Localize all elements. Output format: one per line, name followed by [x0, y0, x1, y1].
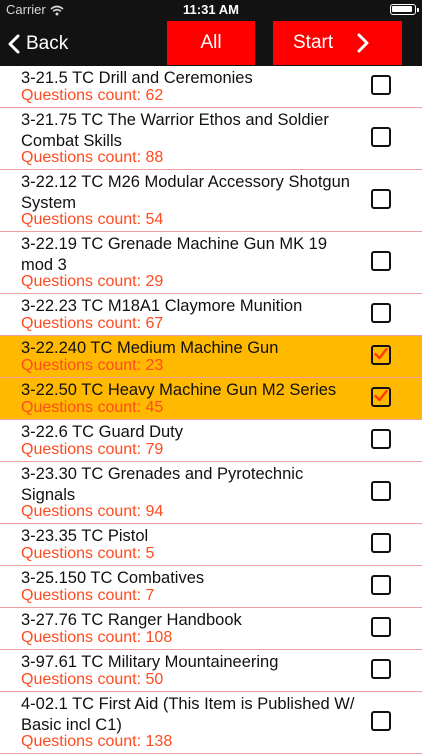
item-question-count: Questions count: 45 — [21, 399, 164, 416]
battery-icon — [390, 4, 419, 15]
list-item[interactable]: 3-22.50 TC Heavy Machine Gun M2 Series Qu… — [0, 378, 422, 420]
start-button[interactable]: Start — [273, 21, 402, 65]
item-checkbox[interactable] — [371, 575, 391, 595]
item-checkbox[interactable] — [371, 659, 391, 679]
list-item[interactable]: 3-21.75 TC The Warrior Ethos and Soldier… — [0, 108, 422, 170]
chevron-right-icon — [357, 33, 369, 53]
item-checkbox[interactable] — [371, 711, 391, 731]
item-question-count: Questions count: 54 — [21, 211, 164, 228]
list-item[interactable]: 3-97.61 TC Military Mountaineering Questi… — [0, 650, 422, 692]
item-question-count: Questions count: 62 — [21, 87, 164, 104]
list-item[interactable]: 3-22.19 TC Grenade Machine Gun MK 19 mod… — [0, 232, 422, 294]
item-question-count: Questions count: 79 — [21, 441, 164, 458]
item-question-count: Questions count: 88 — [21, 149, 164, 166]
list-item[interactable]: 3-27.76 TC Ranger Handbook Questions coun… — [0, 608, 422, 650]
item-question-count: Questions count: 29 — [21, 273, 164, 290]
item-question-count: Questions count: 94 — [21, 503, 164, 520]
item-title: 3-22.19 TC Grenade Machine Gun MK 19 mod… — [21, 235, 328, 274]
item-title: 3-21.75 TC The Warrior Ethos and Soldier… — [21, 111, 329, 150]
navigation-bar: Carrier 11:31 AM Back All Start — [0, 0, 422, 66]
list-item[interactable]: 3-22.23 TC M18A1 Claymore Munition Questi… — [0, 294, 422, 336]
chevron-left-icon — [8, 34, 20, 54]
list-item[interactable]: 3-23.30 TC Grenades and Pyrotechnic Sign… — [0, 462, 422, 524]
item-question-count: Questions count: 138 — [21, 733, 173, 750]
back-label: Back — [26, 33, 69, 54]
item-checkbox[interactable] — [371, 429, 391, 449]
item-checkbox[interactable] — [371, 387, 391, 407]
item-question-count: Questions count: 50 — [21, 671, 164, 688]
item-question-count: Questions count: 23 — [21, 357, 164, 374]
item-checkbox[interactable] — [371, 533, 391, 553]
back-button[interactable]: Back — [8, 22, 68, 66]
list-item[interactable]: 3-25.150 TC Combatives Questions count: 7 — [0, 566, 422, 608]
item-title: 3-23.30 TC Grenades and Pyrotechnic Sign… — [21, 465, 304, 504]
select-all-button[interactable]: All — [167, 21, 255, 65]
item-question-count: Questions count: 5 — [21, 545, 155, 562]
item-checkbox[interactable] — [371, 127, 391, 147]
list-item[interactable]: 4-02.1 TC First Aid (This Item is Publis… — [0, 692, 422, 754]
status-bar: Carrier 11:31 AM — [0, 0, 422, 20]
list-item[interactable]: 3-22.12 TC M26 Modular Accessory Shotgun… — [0, 170, 422, 232]
select-all-label: All — [200, 32, 222, 53]
item-checkbox[interactable] — [371, 345, 391, 365]
item-checkbox[interactable] — [371, 251, 391, 271]
item-question-count: Questions count: 67 — [21, 315, 164, 332]
item-checkbox[interactable] — [371, 303, 391, 323]
list-item[interactable]: 3-22.6 TC Guard Duty Questions count: 79 — [0, 420, 422, 462]
status-time: 11:31 AM — [183, 2, 239, 17]
manual-list: 3-21.5 TC Drill and Ceremonies Questions … — [0, 66, 422, 754]
list-item[interactable]: 3-23.35 TC Pistol Questions count: 5 — [0, 524, 422, 566]
checkmark-icon — [374, 347, 388, 360]
list-item[interactable]: 3-21.5 TC Drill and Ceremonies Questions … — [0, 66, 422, 108]
checkmark-icon — [374, 389, 388, 402]
item-checkbox[interactable] — [371, 481, 391, 501]
item-checkbox[interactable] — [371, 617, 391, 637]
list-item[interactable]: 3-22.240 TC Medium Machine Gun Questions … — [0, 336, 422, 378]
item-question-count: Questions count: 7 — [21, 587, 155, 604]
start-label: Start — [293, 32, 334, 53]
item-title: 4-02.1 TC First Aid (This Item is Publis… — [21, 695, 355, 734]
item-title: 3-22.12 TC M26 Modular Accessory Shotgun… — [21, 173, 350, 212]
item-question-count: Questions count: 108 — [21, 629, 173, 646]
item-checkbox[interactable] — [371, 189, 391, 209]
item-checkbox[interactable] — [371, 75, 391, 95]
